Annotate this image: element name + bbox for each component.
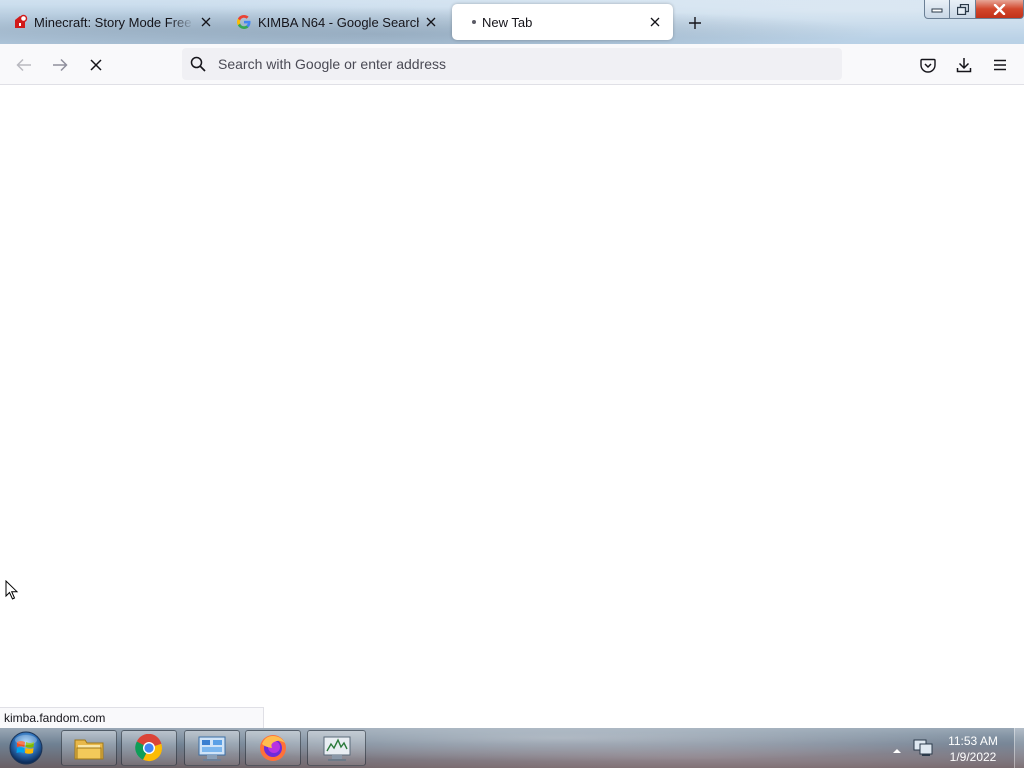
show-desktop-button[interactable] bbox=[1014, 728, 1024, 768]
clock-time: 11:53 AM bbox=[948, 734, 998, 748]
forward-arrow-icon bbox=[53, 58, 68, 72]
mouse-pointer-icon bbox=[5, 580, 19, 600]
tab-strip: Minecraft: Story Mode Free Do KIMBA N64 … bbox=[0, 0, 1024, 44]
caret-up-icon bbox=[893, 749, 901, 753]
show-hidden-icons-button[interactable] bbox=[892, 742, 904, 754]
back-button[interactable] bbox=[10, 52, 38, 78]
taskbar-file-explorer[interactable] bbox=[61, 730, 117, 766]
tab-title: Minecraft: Story Mode Free Do bbox=[34, 14, 194, 30]
red-download-icon bbox=[15, 14, 28, 28]
taskbar-chrome[interactable] bbox=[121, 730, 177, 766]
system-clock[interactable]: 11:53 AM 1/9/2022 bbox=[936, 733, 1010, 765]
network-icon bbox=[913, 739, 933, 756]
tab-google-search[interactable]: KIMBA N64 - Google Search bbox=[224, 4, 449, 40]
taskbar-control-panel[interactable] bbox=[184, 730, 240, 766]
hamburger-menu-icon bbox=[994, 59, 1006, 71]
minimize-button[interactable] bbox=[924, 0, 950, 19]
back-arrow-icon bbox=[16, 58, 31, 72]
close-icon bbox=[201, 17, 211, 27]
tab-new-tab[interactable]: New Tab bbox=[452, 4, 673, 40]
close-icon bbox=[650, 17, 660, 27]
address-input[interactable] bbox=[216, 55, 780, 73]
network-tray-button[interactable] bbox=[912, 738, 934, 758]
resource-monitor-icon bbox=[323, 736, 350, 761]
restore-icon bbox=[956, 3, 969, 15]
close-tab-button[interactable] bbox=[643, 10, 667, 34]
page-content bbox=[0, 85, 1024, 728]
taskbar-resource-monitor[interactable] bbox=[307, 730, 366, 766]
stop-icon bbox=[90, 59, 102, 71]
close-window-button[interactable] bbox=[976, 0, 1024, 19]
clock-date: 1/9/2022 bbox=[949, 750, 997, 764]
search-icon bbox=[190, 56, 206, 72]
firefox-icon bbox=[260, 735, 286, 761]
navigation-toolbar bbox=[0, 44, 1024, 85]
restore-button[interactable] bbox=[950, 0, 976, 19]
close-tab-button[interactable] bbox=[419, 10, 443, 34]
taskbar: 11:53 AM 1/9/2022 bbox=[0, 728, 1024, 768]
tab-minecraft[interactable]: Minecraft: Story Mode Free Do bbox=[0, 4, 224, 40]
taskbar-firefox[interactable] bbox=[245, 730, 301, 766]
google-g-icon bbox=[237, 15, 251, 29]
forward-button[interactable] bbox=[46, 52, 74, 78]
app-menu-button[interactable] bbox=[986, 52, 1014, 78]
close-icon bbox=[993, 3, 1006, 15]
downloads-button[interactable] bbox=[950, 52, 978, 78]
close-icon bbox=[426, 17, 436, 27]
status-link-preview: kimba.fandom.com bbox=[0, 707, 264, 728]
loading-dot-icon bbox=[466, 14, 482, 30]
close-tab-button[interactable] bbox=[194, 10, 218, 34]
tab-title: New Tab bbox=[482, 14, 533, 30]
address-bar[interactable] bbox=[182, 48, 842, 80]
start-button[interactable] bbox=[6, 729, 46, 768]
file-explorer-icon bbox=[74, 739, 104, 760]
pocket-button[interactable] bbox=[914, 52, 942, 78]
control-panel-icon bbox=[198, 736, 226, 761]
window-controls bbox=[924, 0, 1024, 20]
pocket-icon bbox=[920, 58, 936, 73]
stop-loading-button[interactable] bbox=[82, 52, 110, 78]
minimize-icon bbox=[931, 8, 943, 13]
new-tab-button[interactable] bbox=[682, 10, 708, 36]
download-icon bbox=[956, 58, 972, 73]
windows-orb-icon bbox=[9, 731, 43, 765]
plus-icon bbox=[689, 17, 701, 29]
tab-title: KIMBA N64 - Google Search bbox=[258, 14, 419, 30]
chrome-icon bbox=[135, 734, 163, 762]
